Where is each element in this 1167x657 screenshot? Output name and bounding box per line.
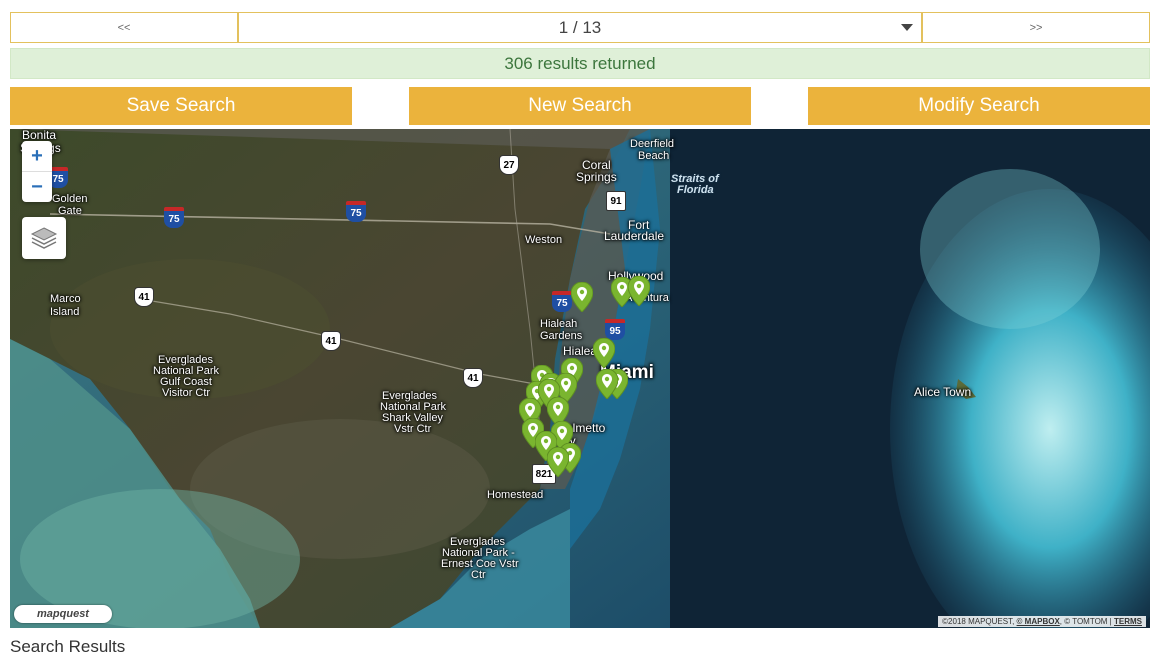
map-label-marco-island: Island	[50, 306, 80, 318]
interstate-75-shield: 75	[346, 201, 366, 222]
interstate-95-shield: 95	[605, 319, 625, 340]
attribution-copyright: ©2018 MAPQUEST,	[942, 617, 1015, 626]
mapbox-link[interactable]: © MAPBOX	[1017, 617, 1060, 626]
map-label-eg-gulf-4: Visitor Ctr	[162, 387, 211, 399]
layers-icon	[30, 227, 58, 249]
map-label-deerfield-beach: Beach	[638, 150, 670, 162]
results-count-banner: 306 results returned	[10, 48, 1150, 79]
us-41-shield: 41	[134, 287, 154, 307]
zoom-control: + −	[22, 141, 52, 202]
result-marker-pin-icon[interactable]	[570, 281, 594, 313]
map-label-golden-gate: Gate	[58, 205, 82, 217]
result-marker-pin-icon[interactable]	[627, 275, 651, 307]
zoom-in-button[interactable]: +	[22, 141, 52, 171]
map-label-hialeah-gardens-2: Gardens	[540, 330, 583, 342]
pagination-bar: << 1 / 13 >>	[10, 12, 1150, 43]
modify-search-button[interactable]: Modify Search	[808, 87, 1150, 125]
page-select[interactable]: 1 / 13	[238, 12, 922, 43]
map-label-homestead: Homestead	[487, 489, 544, 501]
us-41-shield: 41	[321, 331, 341, 351]
map-label-hialeah-gardens: Hialeah	[540, 318, 578, 330]
next-page-button[interactable]: >>	[922, 12, 1150, 43]
map-label-eg-shark-4: Vstr Ctr	[394, 423, 432, 435]
map-label-marco: Marco	[50, 293, 81, 305]
result-marker-pin-icon[interactable]	[546, 446, 570, 478]
map-attribution: ©2018 MAPQUEST, © MAPBOX, © TOMTOM | TER…	[938, 616, 1146, 627]
page-select-value: 1 / 13	[558, 17, 602, 37]
us-27-shield: 27	[499, 155, 519, 175]
new-search-button[interactable]: New Search	[409, 87, 751, 125]
save-search-button[interactable]: Save Search	[10, 87, 352, 125]
search-results-heading: Search Results	[10, 637, 126, 656]
map-label-eg-coe-4: Ctr	[471, 569, 486, 581]
caret-down-icon	[901, 24, 913, 31]
result-marker-pin-icon[interactable]	[595, 368, 619, 400]
zoom-out-button[interactable]: −	[22, 171, 52, 202]
attribution-tomtom: , © TOMTOM |	[1059, 617, 1112, 626]
map-label-deerfield: Deerfield	[630, 138, 675, 150]
map-label-straits-florida: Florida	[677, 184, 714, 196]
map-label-alice-town: Alice Town	[914, 385, 972, 399]
result-marker-pin-icon[interactable]	[592, 337, 616, 369]
map-label-golden: Golden	[52, 193, 88, 205]
us-41-shield: 41	[463, 368, 483, 388]
results-map[interactable]: Bonita Springs Golden Gate Deerfield Bea…	[10, 129, 1150, 628]
previous-page-button[interactable]: <<	[10, 12, 238, 43]
interstate-75-shield: 75	[164, 207, 184, 228]
map-label-lauderdale: Lauderdale	[604, 229, 665, 243]
terms-link[interactable]: TERMS	[1114, 617, 1142, 626]
mapquest-logo[interactable]: mapquest	[14, 605, 112, 623]
layers-button[interactable]	[22, 217, 66, 259]
map-label-coral-springs: Springs	[576, 170, 617, 184]
state-road-91-shield: 91	[606, 191, 626, 211]
interstate-75-shield: 75	[552, 291, 572, 312]
map-label-weston: Weston	[525, 234, 563, 246]
